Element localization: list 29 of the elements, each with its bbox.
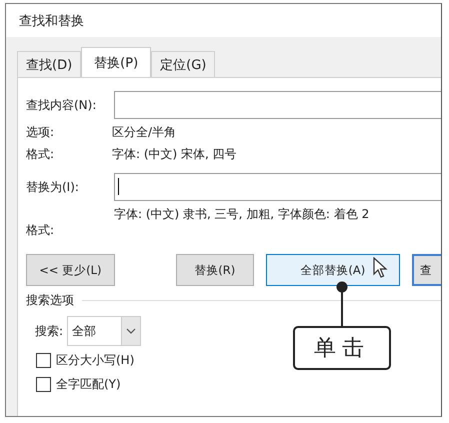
window-title: 查找和替换 <box>19 12 84 30</box>
checkbox[interactable] <box>36 377 51 392</box>
leader-line <box>336 281 348 326</box>
search-label: 搜索: <box>35 322 64 340</box>
option-label: 选项: <box>26 124 56 140</box>
dialog-button[interactable]: 替换(R) <box>176 254 254 286</box>
tab[interactable]: 查找(D) <box>17 51 82 77</box>
find-field[interactable] <box>114 91 441 119</box>
mouse-pointer-icon <box>373 257 389 279</box>
format-value: 字体: (中文) 宋体, 四号 <box>112 146 237 162</box>
checkbox[interactable] <box>36 353 51 368</box>
dialog-button[interactable]: << 更少(L) <box>26 254 115 286</box>
chevron-down-icon <box>126 328 136 334</box>
format-label: 格式: <box>26 222 56 239</box>
dialog-button[interactable]: 查 <box>412 254 441 286</box>
checkbox-label: 全字匹配(Y) <box>56 376 121 393</box>
replace-field[interactable] <box>114 173 441 201</box>
format-value: 字体: (中文) 隶书, 三号, 加粗, 字体颜色: 着色 2 <box>114 206 370 223</box>
checkbox-label: 区分大小写(H) <box>56 352 134 369</box>
option-value: 区分全/半角 <box>112 124 176 140</box>
search-dropdown[interactable]: 全部 <box>67 316 142 346</box>
field-label: 替换为(I): <box>26 178 80 196</box>
section-title: 搜索选项 <box>26 292 74 309</box>
field-label: 查找内容(N): <box>26 96 98 114</box>
callout-label: 单击 <box>293 326 391 370</box>
tab[interactable]: 定位(G) <box>151 51 216 77</box>
dialog-button[interactable]: 全部替换(A) <box>266 254 400 286</box>
format-label: 格式: <box>26 146 56 162</box>
tab[interactable]: 替换(P) <box>81 47 152 78</box>
